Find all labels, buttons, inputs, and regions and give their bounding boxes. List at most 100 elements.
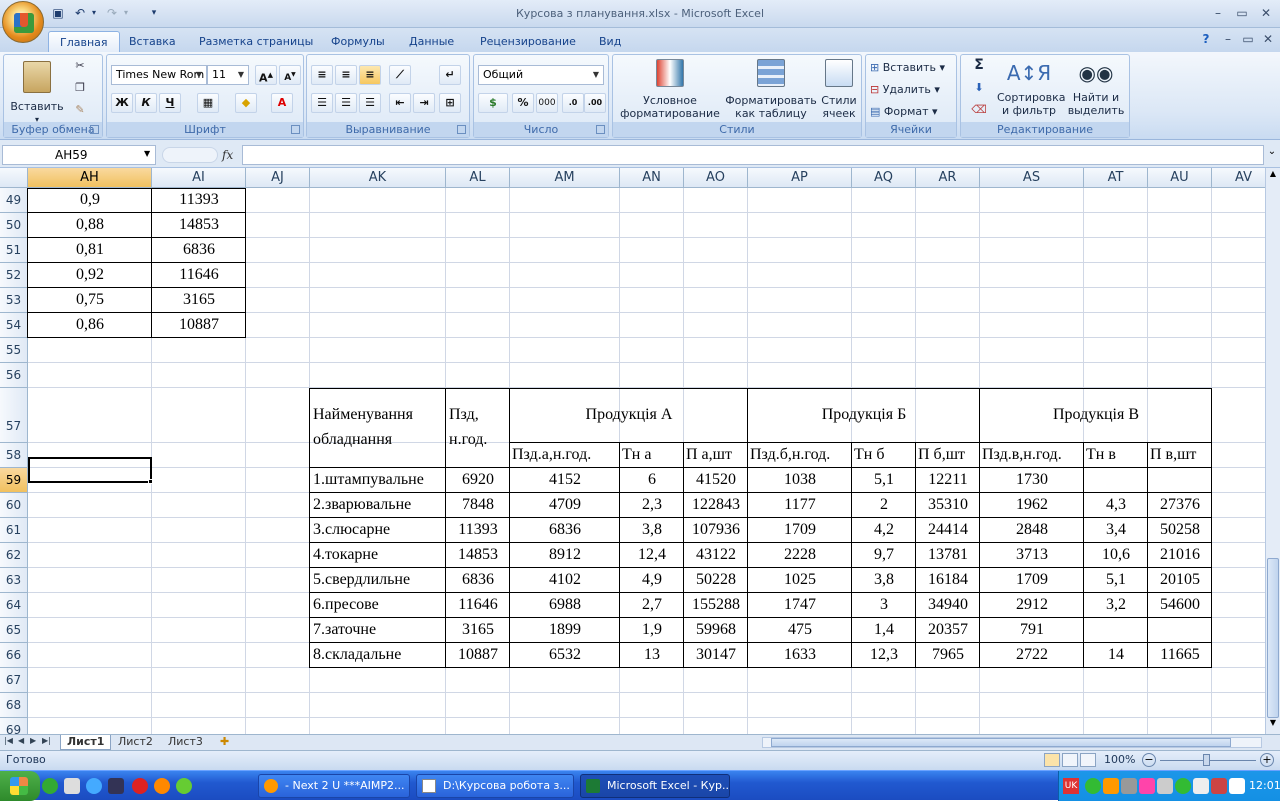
header-sub-5[interactable]: Тн б — [854, 443, 915, 468]
help-icon[interactable]: ? — [1196, 30, 1216, 48]
row-header-64[interactable]: 64 — [0, 593, 28, 618]
header-fund[interactable]: Пзд, н.год. — [449, 402, 508, 452]
currency-button[interactable]: $ — [478, 93, 508, 113]
decrease-decimal-button[interactable]: .00 — [584, 93, 606, 113]
column-header-AQ[interactable]: AQ — [852, 168, 916, 188]
row-header-68[interactable]: 68 — [0, 693, 28, 718]
table-cell[interactable]: 54600 — [1149, 593, 1211, 618]
increase-indent-button[interactable]: ⇥ — [413, 93, 435, 113]
align-left-button[interactable]: ☰ — [311, 93, 333, 113]
vertical-scrollbar[interactable]: ▲ ▼ — [1265, 168, 1280, 734]
sheet-tab-2[interactable]: Лист2 — [112, 735, 159, 750]
header-product-b[interactable]: Продукція Б — [748, 388, 980, 443]
table-cell[interactable]: 7848 — [447, 493, 509, 518]
table-cell[interactable]: 35310 — [917, 493, 979, 518]
sheet-nav-next-icon[interactable]: ▶ — [30, 736, 36, 745]
tab-view[interactable]: Вид — [588, 31, 632, 52]
alignment-launcher-icon[interactable] — [457, 125, 466, 134]
sheet-tab-1[interactable]: Лист1 — [60, 735, 112, 750]
table-cell[interactable]: 21016 — [1149, 543, 1211, 568]
borders-button[interactable]: ▦ — [197, 93, 219, 113]
table-cell[interactable]: 10887 — [447, 643, 509, 668]
sheet-nav-prev-icon[interactable]: ◀ — [18, 736, 24, 745]
table-cell[interactable]: 4,2 — [853, 518, 915, 543]
row-header-52[interactable]: 52 — [0, 263, 28, 288]
table-cell[interactable]: 13 — [621, 643, 683, 668]
table-cell[interactable]: 11665 — [1149, 643, 1211, 668]
ribbon-minimize-button[interactable]: – — [1218, 30, 1238, 48]
font-launcher-icon[interactable] — [291, 125, 300, 134]
table-cell[interactable]: 3,8 — [621, 518, 683, 543]
table-cell[interactable]: 475 — [749, 618, 851, 643]
name-box[interactable]: AH59 — [2, 145, 156, 165]
table-cell[interactable]: 1038 — [749, 468, 851, 493]
row-header-50[interactable]: 50 — [0, 213, 28, 238]
table-cell[interactable]: 1709 — [981, 568, 1083, 593]
minimize-button[interactable]: – — [1208, 4, 1228, 22]
italic-button[interactable]: К — [135, 93, 157, 113]
close-button[interactable]: ✕ — [1256, 4, 1276, 22]
column-header-AH[interactable]: AH — [28, 168, 152, 188]
upper-table-cell[interactable]: 6836 — [153, 238, 245, 263]
equipment-name-cell[interactable]: 3.слюсарне — [311, 518, 445, 543]
table-cell[interactable]: 14 — [1085, 643, 1147, 668]
upper-table-cell[interactable]: 0,75 — [29, 288, 151, 313]
zoom-slider-thumb[interactable] — [1203, 754, 1210, 766]
tray-antivirus-icon[interactable] — [1211, 778, 1227, 794]
table-cell[interactable]: 3,2 — [1085, 593, 1147, 618]
increase-decimal-button[interactable]: .0 — [562, 93, 584, 113]
upper-table-cell[interactable]: 10887 — [153, 313, 245, 338]
quicklaunch-ie-icon[interactable] — [86, 778, 102, 794]
quicklaunch-app-icon[interactable] — [108, 778, 124, 794]
tab-formulas[interactable]: Формулы — [320, 31, 396, 52]
table-cell[interactable]: 20105 — [1149, 568, 1211, 593]
upper-table-cell[interactable]: 11646 — [153, 263, 245, 288]
table-cell[interactable]: 1962 — [981, 493, 1083, 518]
column-header-AN[interactable]: AN — [620, 168, 684, 188]
zoom-level[interactable]: 100% — [1104, 753, 1135, 766]
table-cell[interactable]: 13781 — [917, 543, 979, 568]
row-header-61[interactable]: 61 — [0, 518, 28, 543]
table-cell[interactable]: 20357 — [917, 618, 979, 643]
column-header-AL[interactable]: AL — [446, 168, 510, 188]
table-cell[interactable]: 6836 — [511, 518, 619, 543]
table-cell[interactable]: 8912 — [511, 543, 619, 568]
fill-handle[interactable] — [148, 479, 153, 484]
column-header-AP[interactable]: AP — [748, 168, 852, 188]
equipment-name-cell[interactable]: 8.складальне — [311, 643, 445, 668]
column-header-AI[interactable]: AI — [152, 168, 246, 188]
fill-icon[interactable]: ⬇ — [965, 81, 993, 94]
font-name-combo[interactable]: Times New Rom ▼ — [111, 65, 207, 85]
table-cell[interactable]: 50228 — [685, 568, 747, 593]
column-header-AM[interactable]: AM — [510, 168, 620, 188]
ribbon-restore-button[interactable]: ▭ — [1238, 30, 1258, 48]
table-cell[interactable]: 1709 — [749, 518, 851, 543]
tray-volume-icon[interactable] — [1193, 778, 1209, 794]
worksheet-grid[interactable]: AH AI AJ AK AL AM AN AO AP AQ AR AS AT AU AV 49 50 51 52 5… — [0, 168, 1265, 734]
upper-table-cell[interactable]: 0,86 — [29, 313, 151, 338]
table-cell[interactable] — [1085, 618, 1147, 643]
paste-button[interactable]: Вставить ▾ — [8, 59, 66, 124]
row-header-66[interactable]: 66 — [0, 643, 28, 668]
upper-table-cell[interactable]: 0,92 — [29, 263, 151, 288]
table-cell[interactable]: 3,4 — [1085, 518, 1147, 543]
table-cell[interactable]: 5,1 — [1085, 568, 1147, 593]
table-cell[interactable]: 3,8 — [853, 568, 915, 593]
copy-icon[interactable]: ❐ — [72, 81, 88, 97]
column-header-AR[interactable]: AR — [916, 168, 980, 188]
table-cell[interactable]: 2228 — [749, 543, 851, 568]
row-header-63[interactable]: 63 — [0, 568, 28, 593]
zoom-in-icon[interactable]: + — [1260, 753, 1274, 767]
scroll-down-icon[interactable]: ▼ — [1267, 718, 1279, 732]
row-header-57[interactable]: 57 — [0, 388, 28, 443]
header-sub-7[interactable]: Пзд.в,н.год. — [982, 443, 1083, 468]
autosum-icon[interactable]: Σ — [965, 58, 993, 72]
header-sub-9[interactable]: П в,шт — [1150, 443, 1211, 468]
row-header-65[interactable]: 65 — [0, 618, 28, 643]
percent-button[interactable]: % — [512, 93, 534, 113]
table-cell[interactable]: 2912 — [981, 593, 1083, 618]
workbook-close-button[interactable]: ✕ — [1258, 30, 1278, 48]
table-cell[interactable]: 11646 — [447, 593, 509, 618]
task-explorer[interactable]: D:\Курсова робота з... — [416, 774, 574, 798]
formula-bar-splitter[interactable] — [162, 147, 218, 163]
